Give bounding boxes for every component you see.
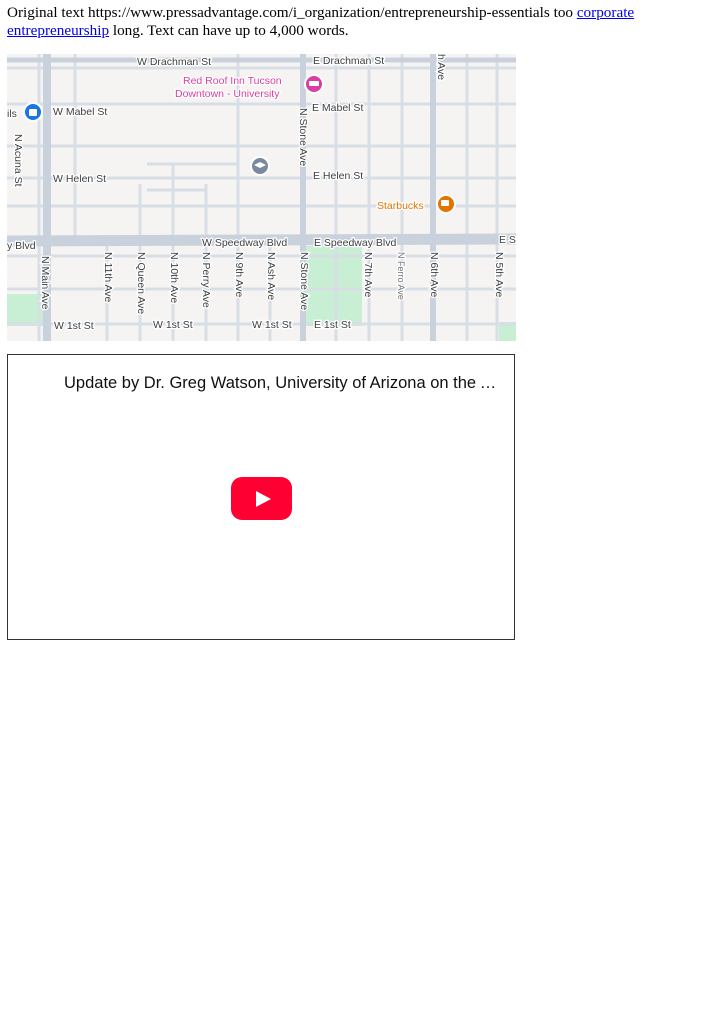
intro-text-after: long. Text can have up to 4,000 words. [109,22,349,39]
street-e-speedway: E Speedway Blvd [314,237,396,249]
cafe-pin-icon[interactable] [436,194,456,214]
street-n-ferro: N Ferro Ave [396,252,406,300]
street-e-s: E S [499,234,516,246]
street-n-stone-top: N Stone Ave [297,108,309,166]
street-n-main: N Main Ave [39,256,51,310]
street-e-1st: E 1st St [314,319,351,331]
intro-paragraph: Original text https://www.pressadvantage… [7,4,713,40]
youtube-embed[interactable]: Update by Dr. Greg Watson, University of… [7,354,515,640]
street-w-1st-c: W 1st St [252,319,292,331]
street-e-drachman: E Drachman St [313,55,384,67]
street-n-5th: N 5th Ave [493,252,505,297]
hotel-label-line1[interactable]: Red Roof Inn Tucson [182,74,283,89]
street-n-stone-bottom: N Stone Ave [298,252,310,310]
street-n-acuna: N Acuna St [12,134,24,187]
street-n-10th: N 10th Ave [168,252,180,303]
street-n-9th: N 9th Ave [233,252,245,297]
video-title[interactable]: Update by Dr. Greg Watson, University of… [64,374,504,393]
street-n-perry: N Perry Ave [200,252,212,308]
street-n-11th: N 11th Ave [102,252,114,303]
street-n-queen: N Queen Ave [135,252,147,314]
hotel-label-line2[interactable]: Downtown - University [174,87,282,102]
street-w-1st-a: W 1st St [54,320,94,332]
street-n-7th: N 7th Ave [362,252,374,297]
street-e-helen: E Helen St [313,170,363,182]
starbucks-label[interactable]: Starbucks [376,199,425,214]
street-e-mabel: E Mabel St [312,102,363,114]
street-n-6th: N 6th Ave [428,252,440,297]
hotel-pin-icon[interactable] [304,74,324,94]
shop-label-partial[interactable]: ils [7,107,18,122]
street-n-ash: N Ash Ave [265,252,277,300]
street-w-mabel: W Mabel St [53,106,107,118]
play-button[interactable] [231,477,292,520]
street-y-blvd: y Blvd [7,240,36,252]
street-w-speedway: W Speedway Blvd [202,237,287,249]
street-th-ave: h Ave [435,54,447,80]
street-w-1st-b: W 1st St [153,319,193,331]
shopping-bag-icon[interactable] [23,102,43,122]
park-area [304,246,362,326]
play-icon [256,491,271,507]
street-w-helen: W Helen St [53,173,106,185]
school-pin-icon[interactable] [250,156,270,176]
map-canvas[interactable]: W Drachman St E Drachman St h Ave W Mabe… [7,54,516,341]
street-w-drachman: W Drachman St [137,56,211,68]
embedded-map[interactable]: W Drachman St E Drachman St h Ave W Mabe… [7,54,516,341]
intro-text: Original text https://www.pressadvantage… [7,4,577,21]
